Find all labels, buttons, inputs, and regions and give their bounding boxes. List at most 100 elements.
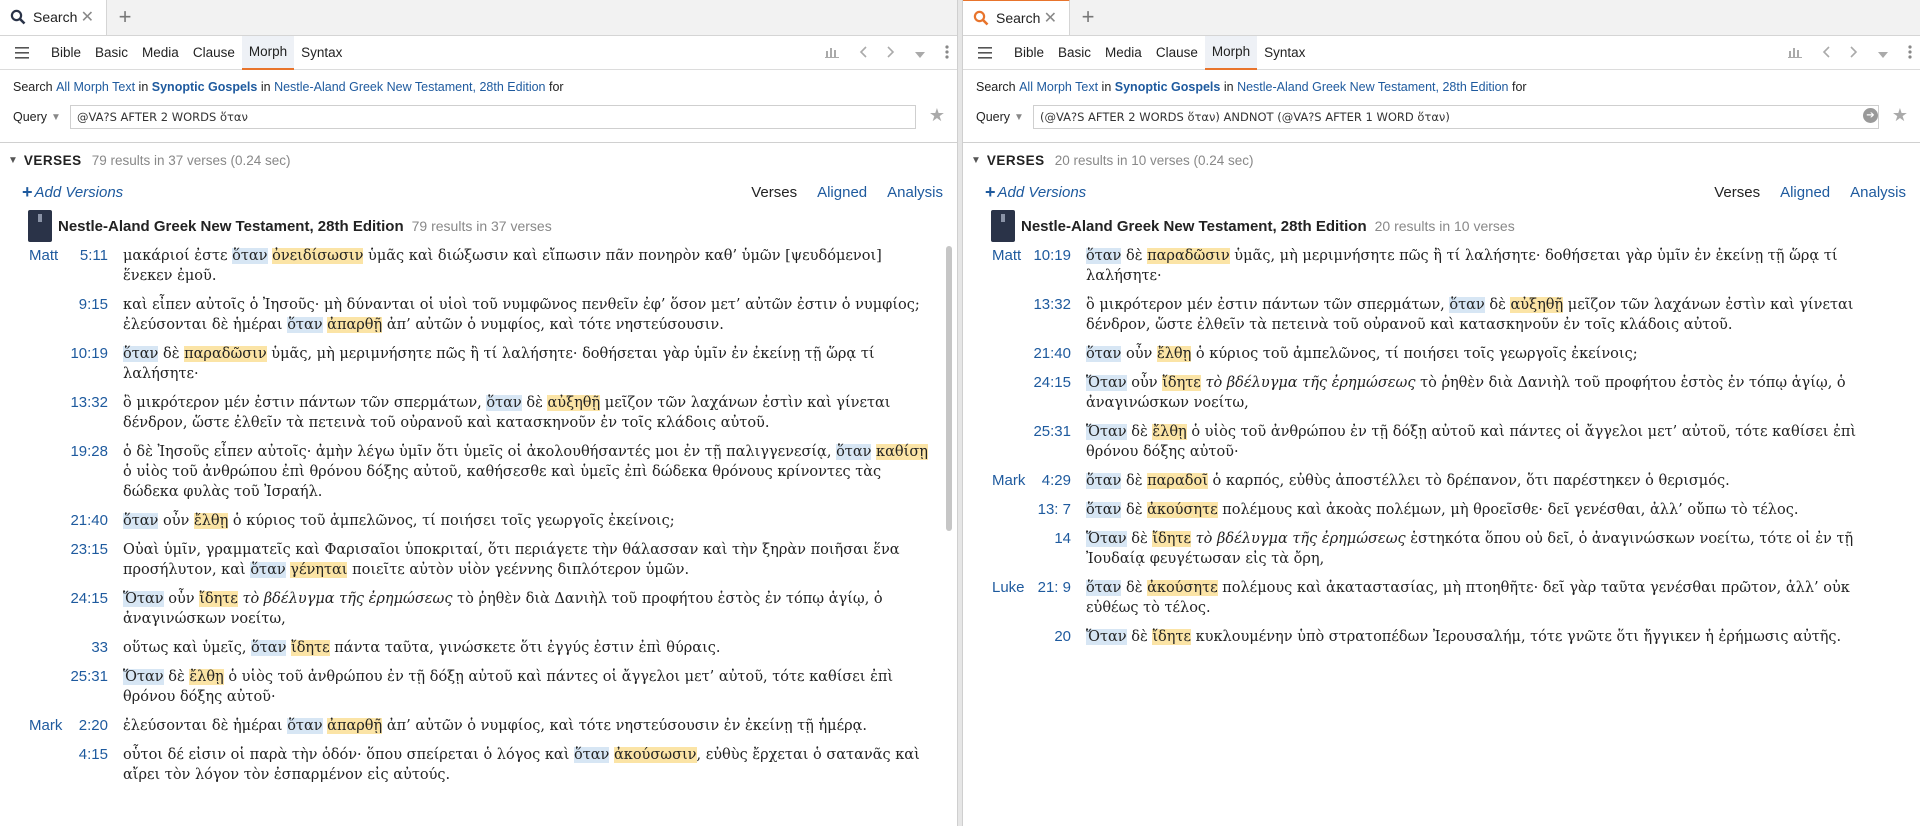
hit-verb[interactable]: ἔλθῃ (1152, 424, 1187, 440)
tab-search[interactable]: Search ✕ (0, 0, 107, 35)
hit-verb[interactable]: παραδῶσιν (184, 346, 267, 362)
plus-icon[interactable]: + (985, 182, 996, 203)
hit-conjunction[interactable]: ὅταν (251, 640, 287, 656)
chart-icon[interactable] (1788, 45, 1802, 61)
plus-icon[interactable]: + (22, 182, 33, 203)
verse-reference[interactable]: 21: 9 (1033, 578, 1071, 598)
verse-reference[interactable]: 25:31 (1033, 422, 1071, 442)
query-label[interactable]: Query (976, 110, 1014, 124)
hit-conjunction[interactable]: ὅταν (287, 718, 323, 734)
verse-book[interactable]: Mark (0, 716, 70, 736)
close-icon[interactable]: ✕ (1044, 8, 1057, 28)
new-tab-button[interactable]: + (1070, 0, 1106, 35)
hit-verb[interactable]: αὐξηθῇ (547, 395, 601, 411)
chevron-right-icon[interactable] (887, 45, 895, 61)
verse-reference[interactable]: 20 (1033, 627, 1071, 647)
star-icon[interactable]: ★ (929, 105, 945, 126)
chevron-down-icon[interactable]: ▼ (971, 155, 981, 166)
add-versions-link[interactable]: Add Versions (35, 184, 124, 201)
verse-reference[interactable]: 13:32 (1033, 295, 1071, 315)
tab-basic[interactable]: Basic (1051, 36, 1098, 70)
star-icon[interactable]: ★ (1892, 105, 1908, 126)
scrollbar[interactable] (946, 246, 952, 531)
tab-bible[interactable]: Bible (1007, 36, 1051, 70)
tab-media[interactable]: Media (1098, 36, 1149, 70)
hit-conjunction[interactable]: Ὅταν (1086, 629, 1127, 645)
verse-reference[interactable]: 14 (1033, 529, 1071, 549)
more-options-icon[interactable] (945, 44, 949, 62)
tab-search[interactable]: Search ✕ (963, 0, 1070, 35)
tab-bible[interactable]: Bible (44, 36, 88, 70)
hit-verb[interactable]: ἀπαρθῇ (327, 317, 383, 333)
view-aligned-link[interactable]: Aligned (1780, 184, 1830, 201)
verse-reference[interactable]: 9:15 (70, 295, 108, 315)
chevron-right-icon[interactable] (1850, 45, 1858, 61)
hit-conjunction[interactable]: ὅταν (836, 444, 872, 460)
verse-reference[interactable]: 10:19 (70, 344, 108, 364)
scope-range-link[interactable]: Synoptic Gospels (1115, 80, 1221, 94)
verse-reference[interactable]: 13: 7 (1033, 500, 1071, 520)
hit-verb[interactable]: ὀνειδίσωσιν (272, 248, 364, 264)
query-input[interactable]: @VA?S AFTER 2 WORDS ὅταν (70, 105, 916, 129)
verse-reference[interactable]: 21:40 (1033, 344, 1071, 364)
verse-reference[interactable]: 4:29 (1033, 471, 1071, 491)
hit-verb[interactable]: ἀκούσητε (1147, 502, 1218, 518)
hit-verb[interactable]: ἴδητε (1152, 629, 1191, 645)
tab-syntax[interactable]: Syntax (294, 36, 349, 70)
hit-verb[interactable]: ἔλθῃ (189, 669, 224, 685)
hit-verb[interactable]: ἴδητε (199, 591, 238, 607)
hit-verb[interactable]: καθίσῃ (876, 444, 928, 460)
chevron-down-icon[interactable]: ▼ (51, 112, 71, 123)
verse-reference[interactable]: 10:19 (1033, 246, 1071, 266)
dropdown-icon[interactable] (915, 45, 925, 61)
verse-reference[interactable]: 25:31 (70, 667, 108, 687)
view-verses-link[interactable]: Verses (751, 184, 797, 201)
chevron-left-icon[interactable] (859, 45, 867, 61)
add-versions-link[interactable]: Add Versions (998, 184, 1087, 201)
tab-media[interactable]: Media (135, 36, 186, 70)
view-aligned-link[interactable]: Aligned (817, 184, 867, 201)
query-input[interactable]: (@VA?S AFTER 2 WORDS ὅταν) ANDNOT (@VA?S… (1033, 105, 1879, 129)
menu-icon[interactable] (0, 36, 44, 70)
hit-verb[interactable]: ἀκούσητε (1147, 580, 1218, 596)
hit-conjunction[interactable]: ὅταν (1449, 297, 1485, 313)
hit-conjunction[interactable]: ὅταν (1086, 473, 1122, 489)
scope-resource-link[interactable]: Nestle-Aland Greek New Testament, 28th E… (1237, 80, 1508, 94)
hit-verb[interactable]: ἔλθῃ (193, 513, 229, 529)
resource-name[interactable]: Nestle-Aland Greek New Testament, 28th E… (58, 218, 404, 235)
scope-resource-link[interactable]: Nestle-Aland Greek New Testament, 28th E… (274, 80, 545, 94)
hit-conjunction[interactable]: Ὅταν (123, 591, 164, 607)
hit-verb[interactable]: αὐξηθῇ (1510, 297, 1564, 313)
new-tab-button[interactable]: + (107, 0, 143, 35)
verse-reference[interactable]: 2:20 (70, 716, 108, 736)
hit-conjunction[interactable]: ὅταν (287, 317, 323, 333)
hit-verb[interactable]: παραδῶσιν (1147, 248, 1230, 264)
hit-conjunction[interactable]: ὅταν (250, 562, 286, 578)
hit-conjunction[interactable]: Ὅταν (1086, 531, 1127, 547)
tab-basic[interactable]: Basic (88, 36, 135, 70)
tab-clause[interactable]: Clause (1149, 36, 1205, 70)
hit-conjunction[interactable]: ὅταν (123, 513, 159, 529)
verse-book[interactable]: Mark (963, 471, 1033, 491)
hit-conjunction[interactable]: ὅταν (123, 346, 159, 362)
verse-reference[interactable]: 13:32 (70, 393, 108, 413)
scope-text-link[interactable]: All Morph Text (56, 80, 135, 94)
verse-reference[interactable]: 19:28 (70, 442, 108, 462)
hit-verb[interactable]: ἴδητε (291, 640, 330, 656)
chevron-left-icon[interactable] (1822, 45, 1830, 61)
verse-book[interactable]: Luke (963, 578, 1033, 598)
hit-conjunction[interactable]: ὅταν (1086, 346, 1122, 362)
hit-verb[interactable]: γένηται (290, 562, 348, 578)
hit-verb[interactable]: παραδοῖ (1147, 473, 1208, 489)
verse-reference[interactable]: 23:15 (70, 540, 108, 560)
hit-conjunction[interactable]: ὅταν (574, 747, 610, 763)
tab-morph[interactable]: Morph (241, 35, 295, 70)
hit-conjunction[interactable]: ὅταν (1086, 502, 1122, 518)
hit-verb[interactable]: ἀκούσωσιν (613, 747, 697, 763)
close-icon[interactable]: ✕ (81, 7, 94, 27)
hit-verb[interactable]: ἴδητε (1152, 531, 1191, 547)
tab-syntax[interactable]: Syntax (1257, 36, 1312, 70)
verse-reference[interactable]: 5:11 (70, 246, 108, 266)
menu-icon[interactable] (963, 36, 1007, 70)
arrow-right-icon[interactable]: ➔ (1863, 108, 1878, 123)
